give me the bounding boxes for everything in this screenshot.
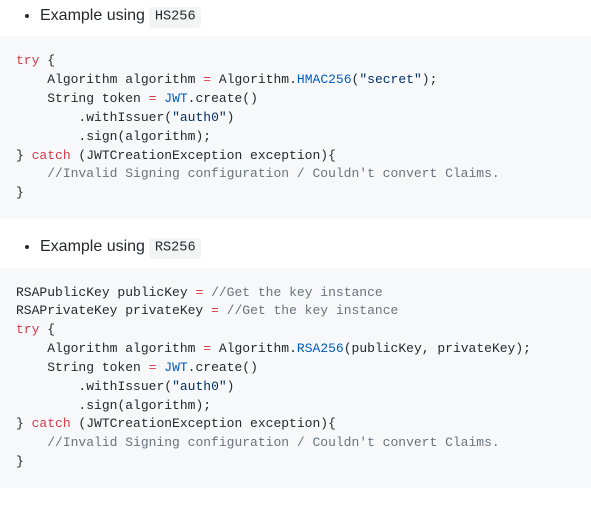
code-token: //Get the key instance <box>211 285 383 300</box>
code-token: "auth0" <box>172 110 227 125</box>
code-token: RSAPrivateKey <box>16 303 117 318</box>
example-bullet-hs256: Example using HS256 <box>40 4 591 28</box>
code-token: = <box>203 72 211 87</box>
example-bullet-rs256: Example using RS256 <box>40 235 591 259</box>
code-token: . <box>289 341 297 356</box>
code-token <box>16 110 78 125</box>
code-token: publicKey <box>110 285 196 300</box>
code-token: JWT <box>164 91 187 106</box>
code-token: Algorithm <box>47 341 117 356</box>
code-token: sign(algorithm); <box>86 398 211 413</box>
code-token: //Invalid Signing configuration / Couldn… <box>47 166 499 181</box>
algo-tag-hs256: HS256 <box>149 7 201 27</box>
code-token: RSA256 <box>297 341 344 356</box>
code-token: } <box>16 416 32 431</box>
code-token: . <box>289 72 297 87</box>
example-list: Example using HS256 <box>0 4 591 28</box>
code-token <box>16 379 78 394</box>
example-label-text: Example using <box>40 238 149 255</box>
code-token: (JWTCreationException exception){ <box>71 148 336 163</box>
code-token: catch <box>32 416 71 431</box>
code-block-rs256: RSAPublicKey publicKey = //Get the key i… <box>0 268 591 488</box>
code-token: JWT <box>164 360 187 375</box>
code-token <box>203 285 211 300</box>
code-token: { <box>39 322 55 337</box>
code-token: (publicKey, privateKey); <box>344 341 531 356</box>
code-token: Algorithm <box>47 72 117 87</box>
code-token: ); <box>422 72 438 87</box>
code-token: } <box>16 454 24 469</box>
code-token: sign(algorithm); <box>86 129 211 144</box>
document-content: Example using HS256 try { Algorithm algo… <box>0 4 591 524</box>
code-token: { <box>39 53 55 68</box>
code-token: try <box>16 53 39 68</box>
code-token: ) <box>227 110 235 125</box>
code-token <box>16 91 47 106</box>
code-token: create() <box>195 91 257 106</box>
code-token <box>219 303 227 318</box>
code-token: token <box>94 91 149 106</box>
code-token: RSAPublicKey <box>16 285 110 300</box>
code-token: ) <box>227 379 235 394</box>
code-token <box>16 435 47 450</box>
code-token: "auth0" <box>172 379 227 394</box>
code-token: } <box>16 185 24 200</box>
code-token: HMAC256 <box>297 72 352 87</box>
code-token: privateKey <box>117 303 211 318</box>
code-token <box>16 129 78 144</box>
code-token: "secret" <box>359 72 421 87</box>
code-block-hs256: try { Algorithm algorithm = Algorithm.HM… <box>0 36 591 219</box>
code-token: Algorithm <box>219 341 289 356</box>
code-token: = <box>211 303 219 318</box>
code-token: create() <box>195 360 257 375</box>
code-token: = <box>203 341 211 356</box>
code-token: //Invalid Signing configuration / Couldn… <box>47 435 499 450</box>
code-token: String <box>47 91 94 106</box>
code-token: Algorithm <box>219 72 289 87</box>
algo-tag-rs256: RS256 <box>149 238 201 258</box>
code-token: algorithm <box>117 341 203 356</box>
code-token: withIssuer( <box>86 110 172 125</box>
code-token <box>211 72 219 87</box>
code-token: (JWTCreationException exception){ <box>71 416 336 431</box>
code-token: //Get the key instance <box>227 303 399 318</box>
code-token: algorithm <box>117 72 203 87</box>
code-token <box>16 72 47 87</box>
code-token <box>16 360 47 375</box>
code-token: catch <box>32 148 71 163</box>
code-token <box>211 341 219 356</box>
code-token: withIssuer( <box>86 379 172 394</box>
code-token: } <box>16 148 32 163</box>
code-token <box>16 341 47 356</box>
code-token: token <box>94 360 149 375</box>
code-token: try <box>16 322 39 337</box>
code-token <box>16 166 47 181</box>
code-token: String <box>47 360 94 375</box>
example-list: Example using RS256 <box>0 235 591 259</box>
code-token <box>16 398 78 413</box>
example-label-text: Example using <box>40 7 149 24</box>
